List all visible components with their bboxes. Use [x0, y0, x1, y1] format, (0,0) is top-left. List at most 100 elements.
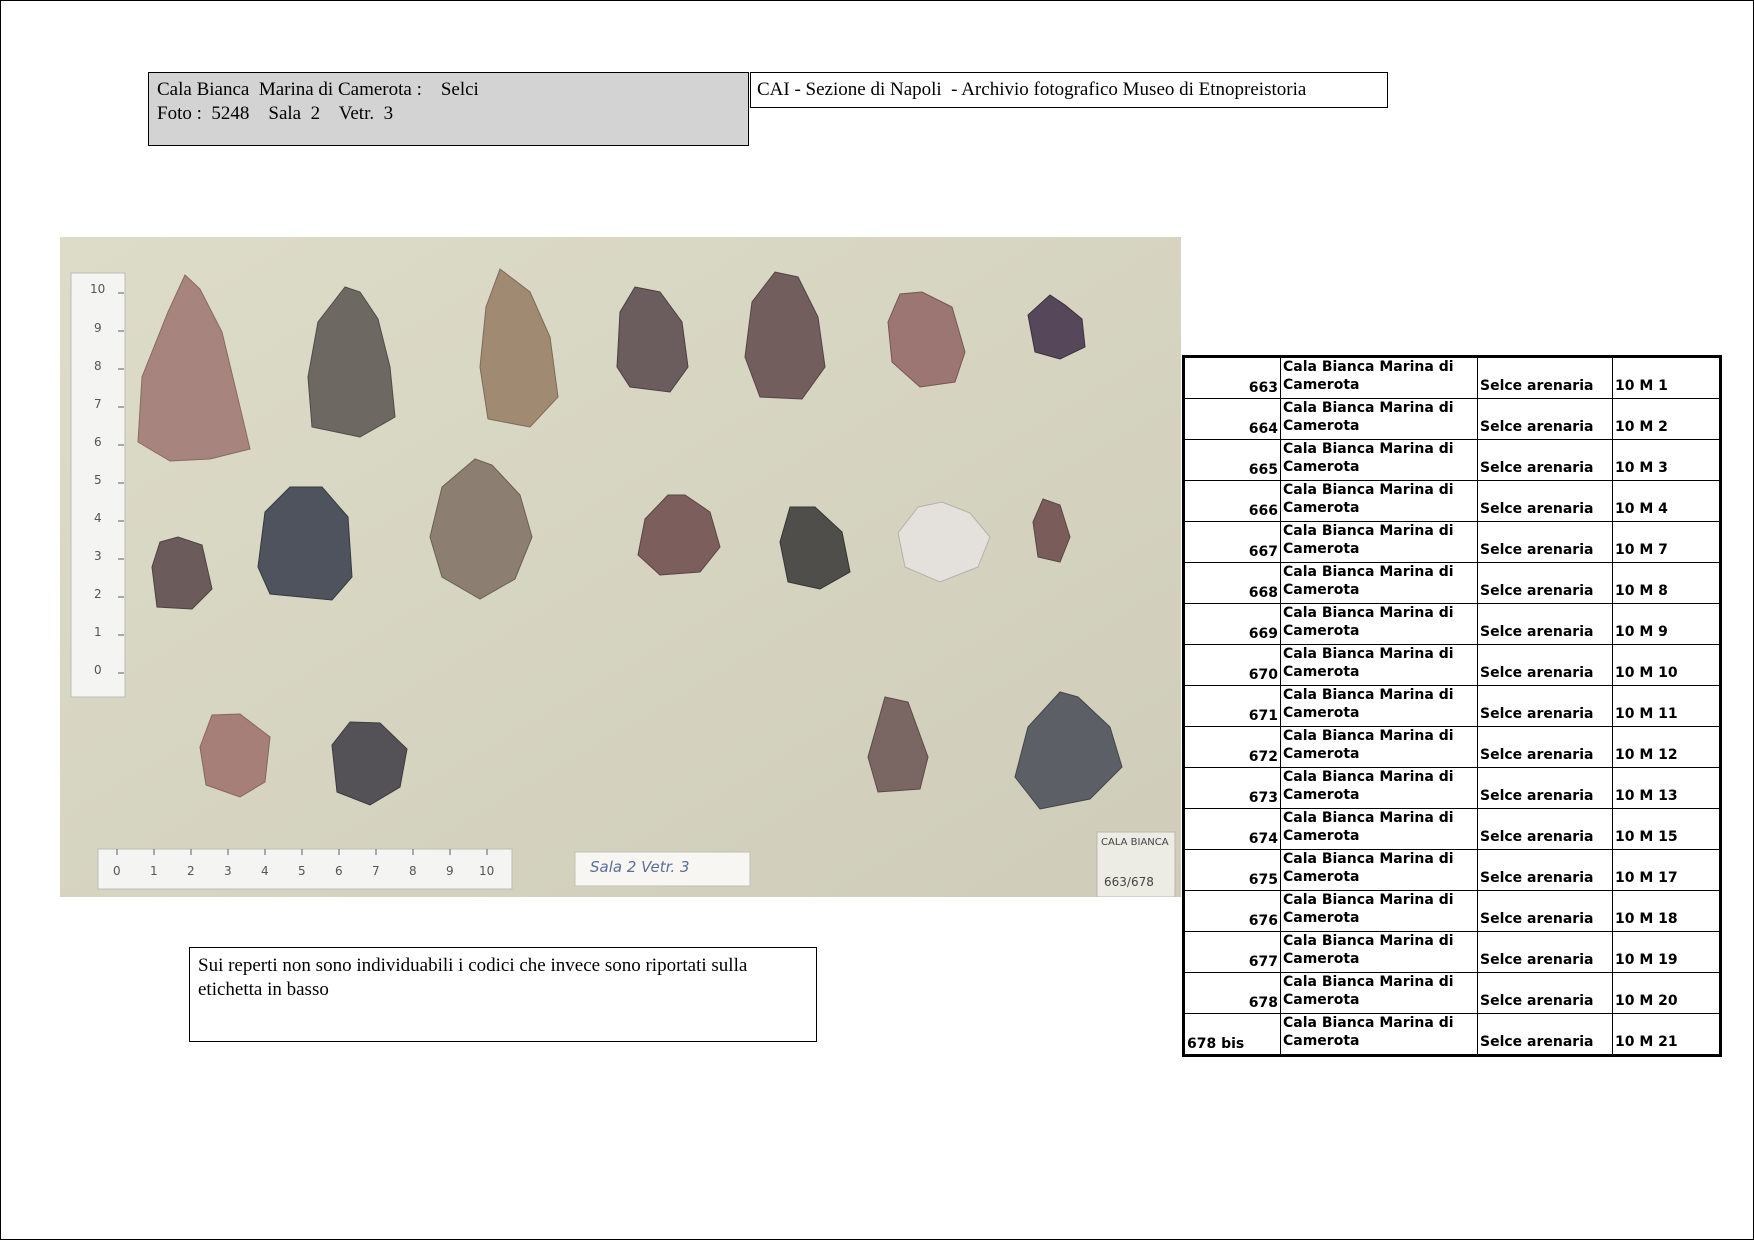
inventory-location: Cala Bianca Marina di Camerota	[1280, 562, 1478, 604]
inventory-material: Selce arenaria	[1477, 521, 1613, 563]
inventory-location: Cala Bianca Marina di Camerota	[1280, 603, 1478, 645]
table-row: 668 Cala Bianca Marina di Camerota Selce a…	[1183, 562, 1721, 604]
table-row: 678 Cala Bianca Marina di Camerota Selce a…	[1183, 972, 1721, 1014]
table-row: 667 Cala Bianca Marina di Camerota Selce a…	[1183, 521, 1721, 563]
inventory-location: Cala Bianca Marina di Camerota	[1280, 849, 1478, 891]
vertical-ruler-number: 0	[94, 663, 102, 677]
inventory-material: Selce arenaria	[1477, 972, 1613, 1014]
vertical-ruler-number: 6	[94, 435, 102, 449]
inventory-material: Selce arenaria	[1477, 439, 1613, 481]
table-row: 672 Cala Bianca Marina di Camerota Selce a…	[1183, 726, 1721, 768]
archive-title: CAI - Sezione di Napoli - Archivio fotog…	[750, 72, 1388, 108]
inventory-number: 678 bis	[1183, 1013, 1281, 1056]
notes-box: Sui reperti non sono individuabili i cod…	[189, 947, 817, 1042]
inventory-location: Cala Bianca Marina di Camerota	[1280, 767, 1478, 809]
table-row: 673 Cala Bianca Marina di Camerota Selce a…	[1183, 767, 1721, 809]
horizontal-ruler-number: 4	[261, 864, 269, 878]
inventory-material: Selce arenaria	[1477, 356, 1613, 399]
inventory-material: Selce arenaria	[1477, 398, 1613, 440]
inventory-material: Selce arenaria	[1477, 890, 1613, 932]
table-row: 674 Cala Bianca Marina di Camerota Selce a…	[1183, 808, 1721, 850]
inventory-number: 668	[1183, 562, 1281, 604]
inventory-location: Cala Bianca Marina di Camerota	[1280, 356, 1478, 399]
inventory-code: 10 M 18	[1612, 890, 1721, 932]
inventory-number: 663	[1183, 356, 1281, 399]
inventory-material: Selce arenaria	[1477, 562, 1613, 604]
inventory-code: 10 M 3	[1612, 439, 1721, 481]
inventory-location: Cala Bianca Marina di Camerota	[1280, 685, 1478, 727]
horizontal-ruler-number: 8	[409, 864, 417, 878]
inventory-number: 672	[1183, 726, 1281, 768]
vertical-ruler-number: 2	[94, 587, 102, 601]
inventory-code: 10 M 19	[1612, 931, 1721, 973]
inventory-material: Selce arenaria	[1477, 931, 1613, 973]
header-line-photo: Foto : 5248 Sala 2 Vetr. 3	[157, 103, 394, 124]
vertical-ruler-number: 7	[94, 397, 102, 411]
table-row: 677 Cala Bianca Marina di Camerota Selce a…	[1183, 931, 1721, 973]
horizontal-ruler-number: 9	[446, 864, 454, 878]
vertical-ruler-number: 9	[94, 321, 102, 335]
inventory-number: 673	[1183, 767, 1281, 809]
inventory-code: 10 M 17	[1612, 849, 1721, 891]
inventory-code: 10 M 9	[1612, 603, 1721, 645]
table-row: 676 Cala Bianca Marina di Camerota Selce a…	[1183, 890, 1721, 932]
horizontal-ruler-number: 7	[372, 864, 380, 878]
vertical-ruler-number: 8	[94, 359, 102, 373]
inventory-material: Selce arenaria	[1477, 849, 1613, 891]
inventory-number: 664	[1183, 398, 1281, 440]
inventory-material: Selce arenaria	[1477, 603, 1613, 645]
inventory-number: 671	[1183, 685, 1281, 727]
inventory-number: 677	[1183, 931, 1281, 973]
sala-label: Sala 2 Vetr. 3	[590, 858, 690, 876]
inventory-code: 10 M 2	[1612, 398, 1721, 440]
vertical-ruler-number: 3	[94, 549, 102, 563]
inventory-code: 10 M 12	[1612, 726, 1721, 768]
inventory-material: Selce arenaria	[1477, 767, 1613, 809]
table-row: 675 Cala Bianca Marina di Camerota Selce a…	[1183, 849, 1721, 891]
inventory-number: 670	[1183, 644, 1281, 686]
inventory-number: 676	[1183, 890, 1281, 932]
horizontal-ruler-number: 0	[113, 864, 121, 878]
inventory-code: 10 M 15	[1612, 808, 1721, 850]
vertical-ruler-number: 4	[94, 511, 102, 525]
inventory-location: Cala Bianca Marina di Camerota	[1280, 890, 1478, 932]
inventory-location: Cala Bianca Marina di Camerota	[1280, 644, 1478, 686]
inventory-code: 10 M 11	[1612, 685, 1721, 727]
catalog-tag-site: CALA BIANCA	[1101, 837, 1169, 848]
inventory-code: 10 M 7	[1612, 521, 1721, 563]
inventory-location: Cala Bianca Marina di Camerota	[1280, 726, 1478, 768]
inventory-location: Cala Bianca Marina di Camerota	[1280, 808, 1478, 850]
header-box: Cala Bianca Marina di Camerota : Selci F…	[148, 72, 749, 146]
horizontal-ruler-number: 2	[187, 864, 195, 878]
horizontal-ruler-number: 5	[298, 864, 306, 878]
inventory-number: 669	[1183, 603, 1281, 645]
inventory-number: 667	[1183, 521, 1281, 563]
inventory-location: Cala Bianca Marina di Camerota	[1280, 1013, 1478, 1056]
inventory-code: 10 M 20	[1612, 972, 1721, 1014]
inventory-code: 10 M 1	[1612, 356, 1721, 399]
vertical-ruler-number: 10	[90, 282, 106, 296]
inventory-code: 10 M 10	[1612, 644, 1721, 686]
inventory-number: 665	[1183, 439, 1281, 481]
inventory-number: 666	[1183, 480, 1281, 522]
inventory-material: Selce arenaria	[1477, 644, 1613, 686]
horizontal-ruler-number: 3	[224, 864, 232, 878]
inventory-table-body: 663 Cala Bianca Marina di Camerota Selce a…	[1183, 356, 1721, 1056]
horizontal-ruler-number: 1	[150, 864, 158, 878]
inventory-material: Selce arenaria	[1477, 480, 1613, 522]
inventory-location: Cala Bianca Marina di Camerota	[1280, 480, 1478, 522]
table-row: 663 Cala Bianca Marina di Camerota Selce a…	[1183, 356, 1721, 399]
inventory-number: 674	[1183, 808, 1281, 850]
header-line-site: Cala Bianca Marina di Camerota : Selci	[157, 79, 479, 100]
inventory-location: Cala Bianca Marina di Camerota	[1280, 972, 1478, 1014]
inventory-location: Cala Bianca Marina di Camerota	[1280, 521, 1478, 563]
inventory-location: Cala Bianca Marina di Camerota	[1280, 398, 1478, 440]
table-row: 671 Cala Bianca Marina di Camerota Selce a…	[1183, 685, 1721, 727]
inventory-code: 10 M 21	[1612, 1013, 1721, 1056]
inventory-number: 675	[1183, 849, 1281, 891]
horizontal-ruler-number: 6	[335, 864, 343, 878]
inventory-table: 663 Cala Bianca Marina di Camerota Selce a…	[1182, 355, 1722, 1057]
table-row: 670 Cala Bianca Marina di Camerota Selce a…	[1183, 644, 1721, 686]
inventory-code: 10 M 4	[1612, 480, 1721, 522]
artifact-photo-drawing	[60, 237, 1181, 897]
